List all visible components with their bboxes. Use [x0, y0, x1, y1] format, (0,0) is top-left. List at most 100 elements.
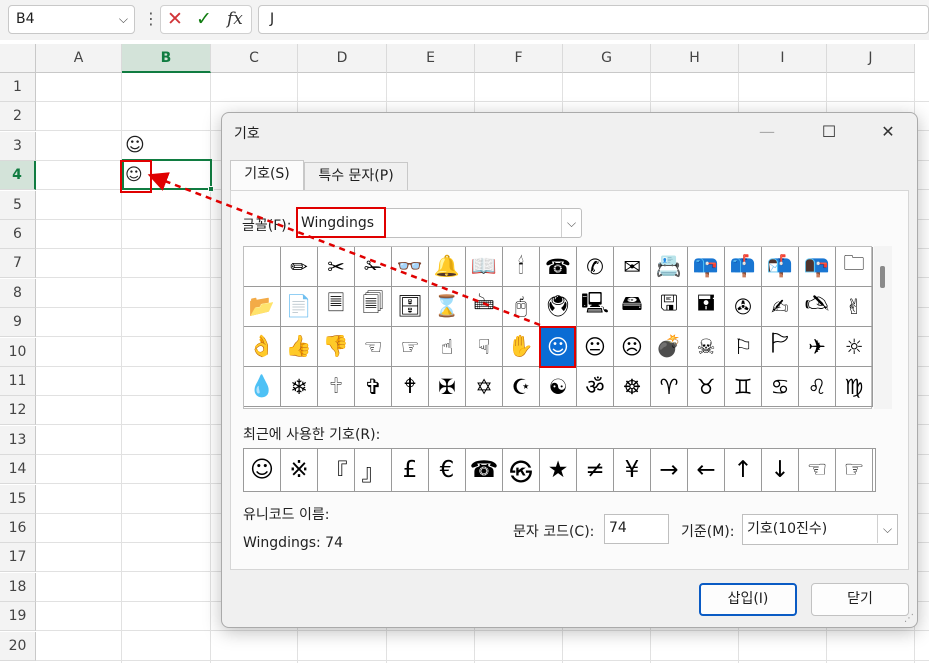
column-header-g[interactable]: G — [563, 44, 651, 73]
symbol-cell[interactable]: ✁ — [355, 247, 392, 287]
recent-symbol-cell[interactable]: ★ — [540, 449, 577, 491]
symbol-cell[interactable]: ♊ — [725, 367, 762, 407]
symbol-cell[interactable]: ♈ — [651, 367, 688, 407]
row-header-8[interactable]: 8 — [0, 278, 36, 308]
row-header-1[interactable]: 1 — [0, 73, 36, 102]
symbol-cell[interactable]: 🖬 — [688, 287, 725, 327]
symbol-cell[interactable]: ✞ — [355, 367, 392, 407]
chevron-down-icon[interactable]: ⌵ — [561, 209, 581, 237]
enter-icon[interactable]: ✓ — [196, 8, 212, 30]
close-icon[interactable]: ✕ — [873, 119, 903, 145]
symbol-cell[interactable]: 🕆 — [318, 367, 355, 407]
symbol-cell[interactable]: ⚐ — [725, 327, 762, 367]
recent-symbol-cell[interactable]: ☞ — [836, 449, 873, 491]
symbol-cell[interactable]: ⌛ — [429, 287, 466, 327]
column-header-b[interactable]: B — [122, 44, 211, 73]
recent-symbol-cell[interactable]: ☺ — [244, 449, 281, 491]
symbol-cell[interactable]: ☞ — [392, 327, 429, 367]
symbol-cell[interactable]: 📭 — [799, 247, 836, 287]
row-header-19[interactable]: 19 — [0, 602, 36, 632]
symbol-cell[interactable]: 🖎 — [799, 287, 836, 327]
insert-button[interactable]: 삽입(I) — [699, 583, 797, 616]
row-header-7[interactable]: 7 — [0, 249, 36, 279]
symbol-cell[interactable]: 💣 — [651, 327, 688, 367]
chevron-down-icon[interactable]: ⌵ — [119, 6, 128, 33]
symbol-grid-scrollbar[interactable] — [874, 246, 892, 409]
symbol-cell[interactable]: 📬 — [762, 247, 799, 287]
recent-symbol-cell[interactable]: ㉿ — [503, 449, 540, 491]
tab-symbols[interactable]: 기호(S) — [230, 160, 304, 191]
symbol-cell[interactable]: 👌 — [244, 327, 281, 367]
symbol-cell[interactable]: ✍ — [762, 287, 799, 327]
recent-symbol-cell[interactable]: 』 — [355, 449, 392, 491]
formula-input[interactable]: J — [258, 5, 929, 34]
column-header-h[interactable]: H — [651, 44, 739, 73]
column-header-i[interactable]: I — [739, 44, 827, 73]
symbol-cell[interactable]: ☜ — [355, 327, 392, 367]
symbol-cell[interactable]: 📪 — [688, 247, 725, 287]
recent-symbol-cell[interactable]: ↓ — [762, 449, 799, 491]
insert-function-icon[interactable]: fx — [227, 9, 243, 29]
symbol-cell[interactable]: 🗀 — [836, 247, 873, 287]
symbol-cell[interactable]: 🖫 — [651, 287, 688, 327]
column-header-c[interactable]: C — [211, 44, 298, 73]
symbol-cell[interactable]: ☟ — [466, 327, 503, 367]
symbol-cell[interactable]: 🏱 — [762, 327, 799, 367]
symbol-cell[interactable]: ✏ — [281, 247, 318, 287]
symbol-cell[interactable]: ☼ — [836, 327, 873, 367]
row-header-2[interactable]: 2 — [0, 102, 36, 132]
symbol-cell[interactable]: ✉ — [614, 247, 651, 287]
close-button[interactable]: 닫기 — [811, 583, 909, 616]
symbol-cell[interactable]: ✂ — [318, 247, 355, 287]
maximize-icon[interactable]: ☐ — [814, 119, 844, 145]
more-options-icon[interactable]: ⋮ — [143, 9, 159, 28]
row-header-10[interactable]: 10 — [0, 337, 36, 367]
symbol-cell[interactable]: ✠ — [429, 367, 466, 407]
symbol-cell[interactable]: 👓 — [392, 247, 429, 287]
row-header-3[interactable]: 3 — [0, 131, 36, 161]
recent-symbol-cell[interactable]: → — [651, 449, 688, 491]
symbol-cell[interactable]: 🕈 — [392, 367, 429, 407]
minimize-icon[interactable]: — — [752, 119, 782, 145]
cancel-icon[interactable]: ✕ — [167, 8, 183, 30]
symbol-cell[interactable]: ☠ — [688, 327, 725, 367]
column-header-a[interactable]: A — [36, 44, 122, 73]
symbol-cell[interactable]: 📂 — [244, 287, 281, 327]
row-header-9[interactable]: 9 — [0, 308, 36, 338]
base-select[interactable]: 기호(10진수) ⌵ — [742, 514, 898, 545]
recent-symbol-cell[interactable]: ¥ — [614, 449, 651, 491]
symbol-cell[interactable]: ॐ — [577, 367, 614, 407]
recent-symbol-cell[interactable]: ↑ — [725, 449, 762, 491]
symbol-cell[interactable]: 🖴 — [614, 287, 651, 327]
symbol-cell[interactable]: ✆ — [577, 247, 614, 287]
symbol-cell[interactable]: 🗏 — [318, 287, 355, 327]
symbol-cell[interactable]: 🖳 — [577, 287, 614, 327]
symbol-cell[interactable]: 🔔 — [429, 247, 466, 287]
scrollbar-thumb[interactable] — [880, 266, 885, 288]
fill-handle[interactable] — [208, 186, 214, 192]
symbol-cell[interactable]: 🗐 — [355, 287, 392, 327]
row-header-4[interactable]: 4 — [0, 161, 36, 191]
symbol-cell[interactable]: ☸ — [614, 367, 651, 407]
row-header-20[interactable]: 20 — [0, 631, 36, 661]
symbol-cell[interactable]: 🖮 — [466, 287, 503, 327]
chevron-down-icon[interactable]: ⌵ — [877, 515, 897, 543]
name-box[interactable]: B4 ⌵ — [8, 5, 135, 34]
char-code-input[interactable]: 74 — [604, 514, 669, 544]
recent-symbol-cell[interactable]: 『 — [318, 449, 355, 491]
row-header-11[interactable]: 11 — [0, 367, 36, 396]
recent-symbol-cell[interactable]: ※ — [281, 449, 318, 491]
recent-symbol-cell[interactable]: ← — [688, 449, 725, 491]
symbol-cell[interactable]: 🕯 — [503, 247, 540, 287]
symbol-cell[interactable]: ♍ — [836, 367, 873, 407]
row-header-16[interactable]: 16 — [0, 514, 36, 543]
cell-b3[interactable]: ☺ — [125, 135, 145, 155]
column-header-f[interactable]: F — [475, 44, 563, 73]
recent-symbol-cell[interactable]: ☎ — [466, 449, 503, 491]
symbol-cell[interactable]: ♌ — [799, 367, 836, 407]
symbol-cell[interactable]: 😐 — [577, 327, 614, 367]
symbol-cell[interactable]: ☹ — [614, 327, 651, 367]
symbol-cell[interactable]: 📄 — [281, 287, 318, 327]
symbol-cell[interactable]: ✋ — [503, 327, 540, 367]
row-header-5[interactable]: 5 — [0, 190, 36, 220]
